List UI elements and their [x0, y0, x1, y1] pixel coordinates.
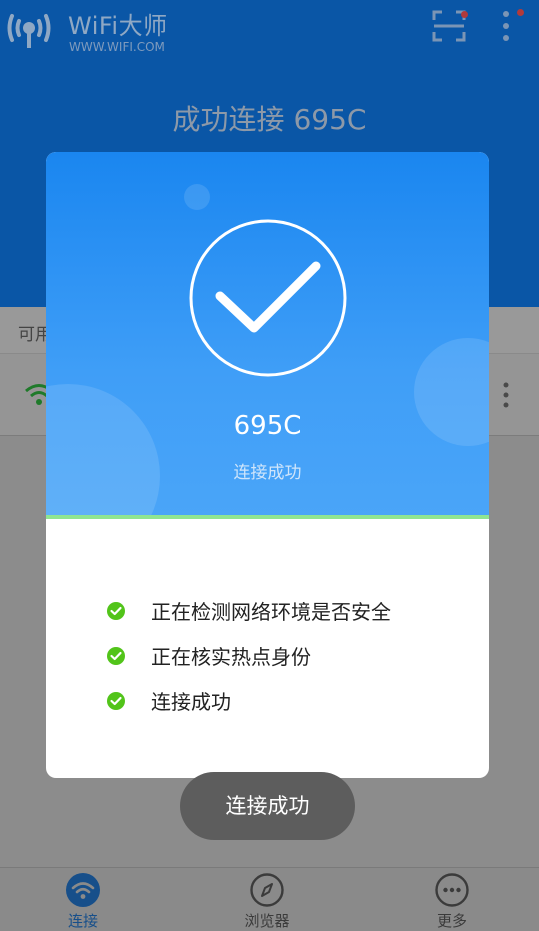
step-item: 正在核实热点身份 — [106, 633, 391, 678]
nav-item-browser[interactable]: 浏览器 — [207, 872, 327, 931]
wifi-icon — [66, 873, 100, 907]
notification-dot — [461, 11, 468, 18]
nav-item-more[interactable]: 更多 — [392, 872, 512, 931]
more-dots-icon — [435, 873, 469, 907]
app-title: WiFi大师 — [68, 12, 168, 40]
success-check-icon — [189, 219, 347, 377]
notification-dot — [517, 9, 524, 16]
step-item: 连接成功 — [106, 678, 391, 723]
check-circle-icon — [107, 646, 125, 665]
step-label: 连接成功 — [151, 690, 231, 714]
step-label: 正在检测网络环境是否安全 — [151, 600, 391, 624]
check-circle-icon — [107, 691, 125, 710]
step-item: 正在检测网络环境是否安全 — [106, 588, 391, 633]
row-more-icon[interactable] — [498, 380, 514, 410]
network-ssid: 695C — [233, 411, 302, 441]
connection-heading: 成功连接 695C — [172, 103, 367, 136]
verification-steps: 正在检测网络环境是否安全 正在核实热点身份 连接成功 — [106, 588, 391, 723]
nav-item-connect[interactable]: 连接 — [23, 872, 143, 931]
step-label: 正在核实热点身份 — [151, 645, 311, 669]
dialog-header: 695C 连接成功 — [46, 152, 489, 518]
progress-fill — [46, 515, 489, 519]
compass-icon — [250, 873, 284, 907]
check-circle-icon — [107, 601, 125, 620]
app-url: WWW.WIFI.COM — [69, 40, 165, 54]
toast-message: 连接成功 — [180, 772, 355, 840]
wifi-master-logo-icon — [7, 14, 51, 48]
connection-status: 连接成功 — [233, 463, 302, 483]
connection-dialog: 695C 连接成功 正在检测网络环境是否安全 正在核实热点身份 连接成功 — [46, 152, 489, 778]
decor-bubble — [46, 384, 160, 518]
decor-bubble — [184, 184, 210, 210]
